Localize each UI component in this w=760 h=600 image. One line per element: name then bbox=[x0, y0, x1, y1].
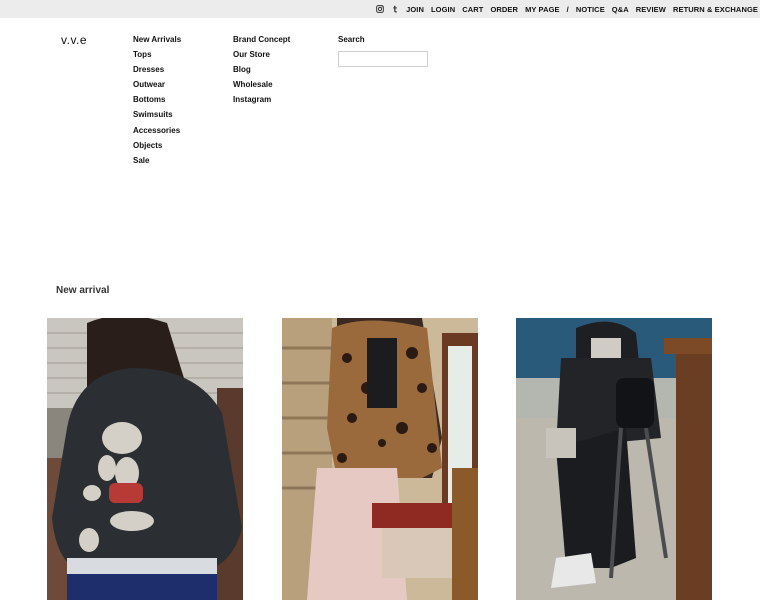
product-image bbox=[516, 318, 712, 600]
top-nav: JOIN LOGIN CART ORDER MY PAGE / NOTICE Q… bbox=[376, 0, 758, 18]
instagram-icon[interactable] bbox=[376, 5, 384, 13]
product-card[interactable] bbox=[282, 318, 478, 600]
nav-separator: / bbox=[566, 4, 569, 14]
brand-logo[interactable]: v.v.e bbox=[61, 33, 87, 47]
menu-item-objects[interactable]: Objects bbox=[133, 141, 181, 156]
search-input[interactable] bbox=[338, 51, 428, 67]
order-link[interactable]: ORDER bbox=[490, 5, 518, 14]
shop-menu: New Arrivals Tops Dresses Outwear Bottom… bbox=[133, 35, 181, 171]
return-exchange-link[interactable]: RETURN & EXCHANGE bbox=[673, 5, 758, 14]
search-label: Search bbox=[338, 35, 365, 44]
review-link[interactable]: REVIEW bbox=[636, 5, 666, 14]
login-link[interactable]: LOGIN bbox=[431, 5, 455, 14]
my-page-link[interactable]: MY PAGE bbox=[525, 5, 560, 14]
menu-item-wholesale[interactable]: Wholesale bbox=[233, 80, 290, 95]
menu-item-brand-concept[interactable]: Brand Concept bbox=[233, 35, 290, 50]
menu-item-new-arrivals[interactable]: New Arrivals bbox=[133, 35, 181, 50]
menu-item-swimsuits[interactable]: Swimsuits bbox=[133, 110, 181, 125]
menu-item-our-store[interactable]: Our Store bbox=[233, 50, 290, 65]
notice-link[interactable]: NOTICE bbox=[576, 5, 605, 14]
menu-item-blog[interactable]: Blog bbox=[233, 65, 290, 80]
cart-link[interactable]: CART bbox=[462, 5, 483, 14]
menu-item-outwear[interactable]: Outwear bbox=[133, 80, 181, 95]
qna-link[interactable]: Q&A bbox=[612, 5, 629, 14]
product-image bbox=[282, 318, 478, 600]
product-image bbox=[47, 318, 243, 600]
menu-item-instagram[interactable]: Instagram bbox=[233, 95, 290, 110]
menu-item-dresses[interactable]: Dresses bbox=[133, 65, 181, 80]
product-card[interactable] bbox=[47, 318, 243, 600]
menu-item-tops[interactable]: Tops bbox=[133, 50, 181, 65]
section-title: New arrival bbox=[56, 285, 110, 296]
menu-item-bottoms[interactable]: Bottoms bbox=[133, 95, 181, 110]
menu-item-sale[interactable]: Sale bbox=[133, 156, 181, 171]
product-card[interactable] bbox=[516, 318, 712, 600]
menu-item-accessories[interactable]: Accessories bbox=[133, 126, 181, 141]
top-bar: JOIN LOGIN CART ORDER MY PAGE / NOTICE Q… bbox=[0, 0, 760, 18]
tumblr-icon[interactable] bbox=[391, 5, 399, 13]
join-link[interactable]: JOIN bbox=[406, 5, 424, 14]
info-menu: Brand Concept Our Store Blog Wholesale I… bbox=[233, 35, 290, 110]
